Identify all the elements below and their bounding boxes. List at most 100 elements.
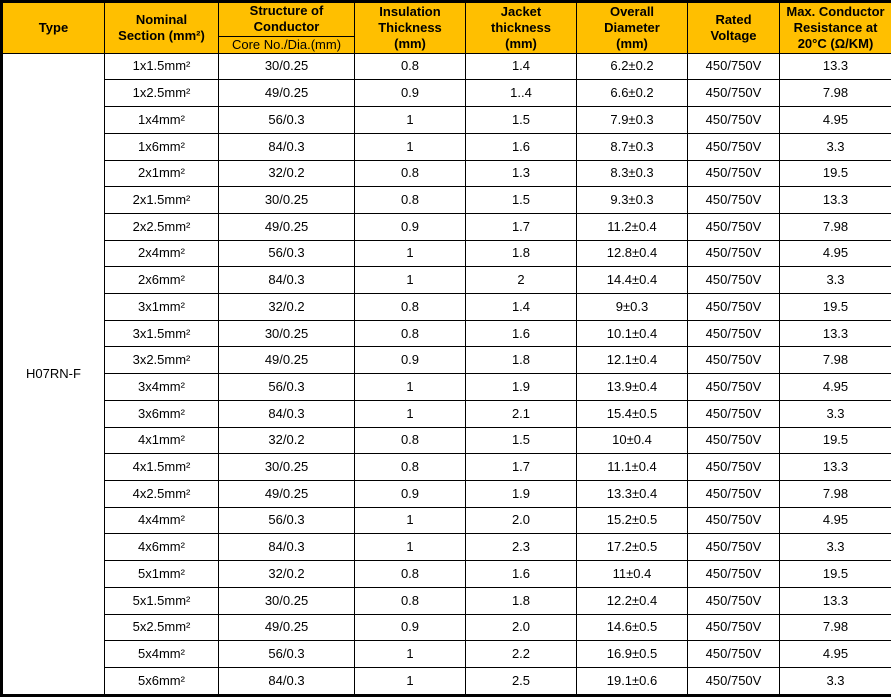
cell-overall-diameter: 12.8±0.4 [576,239,688,268]
cell-jacket-thickness: 2 [465,266,577,295]
cell-jacket-thickness: 1.6 [465,560,577,588]
column-header-insulation-line1: Insulation [379,3,441,19]
cell-overall-diameter: 19.1±0.6 [576,666,688,697]
cell-nominal-section: 4x2.5mm² [104,480,219,508]
cell-insulation-thickness: 1 [354,399,466,428]
table-row: 4x6mm² 84/0.3 1 2.3 17.2±0.5 450/750V 3.3 [2,533,891,562]
table-body: H07RN-F 1x1.5mm² 30/0.25 0.8 1.4 6.2±0.2 450/7… [1,52,891,697]
cell-max-conductor-resistance: 19.5 [779,560,891,588]
cell-insulation-thickness: 0.8 [354,159,466,188]
cell-insulation-thickness: 1 [354,373,466,401]
cell-rated-voltage: 450/750V [687,159,780,188]
cell-overall-diameter: 6.2±0.2 [576,52,688,81]
cell-max-conductor-resistance: 7.98 [779,79,891,108]
cell-insulation-thickness: 0.9 [354,346,466,375]
cell-jacket-thickness: 2.1 [465,399,577,428]
column-header-voltage-line2: Voltage [710,27,757,43]
cell-structure-of-conductor: 56/0.3 [218,506,355,535]
column-header-nominal-section-line2: Section (mm²) [118,27,205,43]
cell-max-conductor-resistance: 19.5 [779,293,891,321]
cell-jacket-thickness: 1.6 [465,319,577,348]
cell-structure-of-conductor: 84/0.3 [218,266,355,295]
cell-insulation-thickness: 0.8 [354,426,466,455]
table-header: Type Nominal Section (mm²) Structure of … [1,1,891,54]
cell-rated-voltage: 450/750V [687,586,780,615]
table-row: 2x1.5mm² 30/0.25 0.8 1.5 9.3±0.3 450/750V 13.3 [2,186,891,214]
cell-jacket-thickness: 1.9 [465,373,577,401]
cell-max-conductor-resistance: 3.3 [779,533,891,562]
cell-max-conductor-resistance: 3.3 [779,132,891,161]
cable-specification-table: Type Nominal Section (mm²) Structure of … [0,0,891,697]
cell-rated-voltage: 450/750V [687,666,780,697]
cell-rated-voltage: 450/750V [687,186,780,214]
cell-nominal-section: 5x2.5mm² [104,613,219,642]
cell-rated-voltage: 450/750V [687,640,780,668]
cell-jacket-thickness: 1.7 [465,212,577,241]
cell-jacket-thickness: 1.5 [465,106,577,134]
cell-overall-diameter: 7.9±0.3 [576,106,688,134]
cell-structure-of-conductor: 84/0.3 [218,666,355,697]
cell-insulation-thickness: 1 [354,132,466,161]
cell-structure-of-conductor: 56/0.3 [218,640,355,668]
cell-nominal-section: 3x1.5mm² [104,319,219,348]
column-header-rated-voltage: Rated Voltage [687,1,780,54]
cell-overall-diameter: 6.6±0.2 [576,79,688,108]
cell-jacket-thickness: 1.8 [465,586,577,615]
column-header-insulation-line3: (mm) [394,36,426,51]
column-header-structure-line2: Conductor [253,19,320,35]
cell-overall-diameter: 13.3±0.4 [576,480,688,508]
cell-structure-of-conductor: 56/0.3 [218,373,355,401]
cell-jacket-thickness: 1.9 [465,480,577,508]
column-header-jacket-thickness: Jacket thickness (mm) [465,1,577,54]
table-row: 4x4mm² 56/0.3 1 2.0 15.2±0.5 450/750V 4.95 [2,506,891,535]
cell-insulation-thickness: 0.8 [354,560,466,588]
cell-nominal-section: 1x1.5mm² [104,52,219,81]
cell-structure-of-conductor: 30/0.25 [218,319,355,348]
cell-rated-voltage: 450/750V [687,293,780,321]
cell-nominal-section: 4x4mm² [104,506,219,535]
table-row: 1x4mm² 56/0.3 1 1.5 7.9±0.3 450/750V 4.95 [2,106,891,134]
cell-overall-diameter: 10.1±0.4 [576,319,688,348]
cell-rated-voltage: 450/750V [687,106,780,134]
cell-max-conductor-resistance: 4.95 [779,640,891,668]
cell-max-conductor-resistance: 4.95 [779,106,891,134]
column-header-type: Type [1,1,105,54]
cell-overall-diameter: 10±0.4 [576,426,688,455]
table-row: 5x2.5mm² 49/0.25 0.9 2.0 14.6±0.5 450/750V 7.9… [2,613,891,642]
cell-jacket-thickness: 1.4 [465,52,577,81]
column-header-resistance-line3: 20°C (Ω/KM) [797,36,874,51]
cell-structure-of-conductor: 30/0.25 [218,186,355,214]
cell-jacket-thickness: 1.4 [465,293,577,321]
column-header-insulation-line2: Thickness [378,19,442,35]
table-row: 3x1.5mm² 30/0.25 0.8 1.6 10.1±0.4 450/750V 13.… [2,319,891,348]
cell-jacket-thickness: 2.3 [465,533,577,562]
cell-overall-diameter: 13.9±0.4 [576,373,688,401]
cell-max-conductor-resistance: 3.3 [779,666,891,697]
cell-nominal-section: 2x2.5mm² [104,212,219,241]
cell-insulation-thickness: 0.8 [354,186,466,214]
cell-rated-voltage: 450/750V [687,373,780,401]
cell-jacket-thickness: 1.3 [465,159,577,188]
cell-insulation-thickness: 0.9 [354,480,466,508]
table-row: 1x6mm² 84/0.3 1 1.6 8.7±0.3 450/750V 3.3 [2,132,891,161]
cell-rated-voltage: 450/750V [687,132,780,161]
cell-nominal-section: 4x6mm² [104,533,219,562]
column-header-nominal-section: Nominal Section (mm²) [104,1,219,54]
column-header-jacket-line3: (mm) [505,36,537,51]
table-row: 3x6mm² 84/0.3 1 2.1 15.4±0.5 450/750V 3.3 [2,399,891,428]
cell-rated-voltage: 450/750V [687,319,780,348]
column-header-resistance-line1: Max. Conductor [786,3,885,19]
cell-nominal-section: 3x6mm² [104,399,219,428]
cell-max-conductor-resistance: 7.98 [779,613,891,642]
cell-overall-diameter: 15.2±0.5 [576,506,688,535]
cell-structure-of-conductor: 32/0.2 [218,159,355,188]
cell-jacket-thickness: 2.2 [465,640,577,668]
cell-jacket-thickness: 1.7 [465,453,577,481]
column-header-diameter-line2: Diameter [604,19,660,35]
cell-jacket-thickness: 2.0 [465,613,577,642]
cell-nominal-section: 5x6mm² [104,666,219,697]
cell-overall-diameter: 16.9±0.5 [576,640,688,668]
cell-structure-of-conductor: 30/0.25 [218,52,355,81]
table-row: 5x1.5mm² 30/0.25 0.8 1.8 12.2±0.4 450/750V 13.… [2,586,891,615]
table-row: H07RN-F 1x1.5mm² 30/0.25 0.8 1.4 6.2±0.2 450/7… [1,52,891,697]
